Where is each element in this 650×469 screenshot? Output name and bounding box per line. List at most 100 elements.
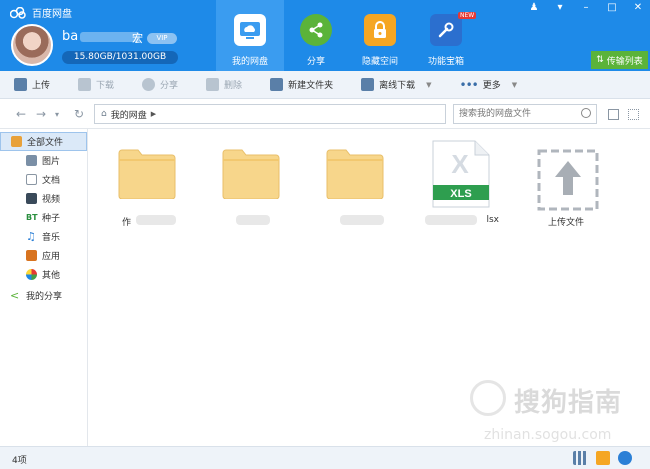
new-folder-button[interactable]: 新建文件夹 [270,78,333,91]
tab-label: 分享 [306,57,325,67]
sidebar-item-videos[interactable]: 视频 [0,189,87,208]
vip-badge[interactable]: VIP [147,33,177,44]
offline-download-button[interactable]: 离线下载 ▼ [361,78,431,91]
delete-button[interactable]: 删除 [206,78,242,91]
grid-view-icon[interactable] [628,109,639,120]
file-item-folder[interactable] [312,139,398,239]
sidebar-item-all-files[interactable]: 全部文件 [0,132,87,151]
all-files-icon [11,136,22,147]
file-name-redacted [340,215,384,225]
search-input[interactable]: 搜索我的网盘文件 [453,104,597,124]
share-label: 分享 [160,81,179,91]
file-item-folder[interactable]: 作 [104,139,190,239]
chevron-down-icon: ▼ [426,80,432,89]
sidebar-item-torrents[interactable]: BT 种子 [0,208,87,227]
share-icon [300,14,332,46]
chevron-down-icon: ▼ [511,80,518,89]
cloud-disk-icon [234,14,266,46]
folder-icon [118,149,176,199]
download-label: 下载 [96,81,115,91]
document-icon [26,174,37,185]
delete-label: 删除 [224,81,243,91]
upload-arrow-icon [537,149,599,211]
upload-button[interactable]: 上传 [14,78,50,91]
upload-file-tile[interactable]: 上传文件 [523,139,609,239]
download-button[interactable]: 下载 [78,78,114,91]
bell-icon[interactable]: ♟ [528,2,540,13]
upload-status-icon[interactable] [596,451,610,465]
more-button[interactable]: ••• 更多 ▼ [459,78,517,92]
other-icon [26,269,37,280]
new-folder-icon [270,78,284,91]
menu-icon[interactable]: ▾ [554,2,566,13]
new-folder-label: 新建文件夹 [288,81,334,91]
file-item-xls[interactable]: X XLS lsx [417,139,503,239]
lock-icon [364,14,396,46]
toolbox-icon [430,14,462,46]
sidebar-item-documents[interactable]: 文档 [0,170,87,189]
username[interactable]: ba [62,29,78,44]
username-text: ba [62,29,79,44]
app-header: 百度网盘 ♟ ▾ – □ ✕ ba 宏 VIP 15.80GB/1031.00G… [0,0,650,71]
tab-my-disk[interactable]: 我的网盘 [216,0,284,71]
maximize-icon[interactable]: □ [606,2,618,13]
tab-label: 功能宝箱 [427,57,464,67]
sidebar-item-my-shares[interactable]: < 我的分享 [0,286,87,305]
sidebar-item-apps[interactable]: 应用 [0,246,87,265]
file-name: 上传文件 [547,218,584,228]
file-name-redacted [236,215,270,225]
svg-text:X: X [451,149,469,179]
tab-hidden-space[interactable]: 隐藏空间 [346,0,414,71]
search-icon[interactable] [581,108,591,118]
share-button[interactable]: 分享 [142,78,178,91]
offline-download-label: 离线下载 [379,81,416,91]
sidebar-item-label: 视频 [42,195,61,205]
sidebar-item-images[interactable]: 图片 [0,151,87,170]
more-dots-icon: ••• [459,77,478,92]
tab-toolbox[interactable]: NEW 功能宝箱 [412,0,480,71]
storage-quota: 15.80GB/1031.00GB [62,51,178,64]
close-icon[interactable]: ✕ [632,2,644,13]
upload-label: 上传 [32,81,51,91]
more-label: 更多 [482,81,501,91]
transfer-icon: ⇅ [596,55,604,65]
breadcrumb-current[interactable]: 我的网盘 [111,108,147,121]
sidebar-item-label: 种子 [42,214,61,224]
history-dropdown-icon[interactable]: ▾ [55,110,59,119]
breadcrumb[interactable]: ⌂ 我的网盘 ▶ [94,104,446,124]
list-view-icon[interactable] [608,109,619,120]
watermark-url: zhinan.sogou.com [484,427,612,443]
xls-badge-text: XLS [450,188,471,200]
file-item-folder[interactable] [208,139,294,239]
watermark-logo [470,380,506,416]
upload-icon [14,78,27,91]
sidebar-item-label: 我的分享 [26,292,63,302]
back-arrow-icon[interactable]: ← [16,107,26,121]
video-icon [26,193,37,204]
assistant-icon[interactable] [618,451,632,465]
sidebar-item-music[interactable]: ♫ 音乐 [0,227,87,246]
avatar[interactable] [11,24,53,66]
refresh-icon[interactable]: ↻ [74,107,84,121]
transfer-list-button[interactable]: ⇅ 传输列表 [591,51,648,69]
username-redacted [80,32,140,42]
toolbar: 上传 下载 分享 删除 新建文件夹 离线下载 ▼ ••• 更多 ▼ [0,71,650,99]
image-icon [26,155,37,166]
forward-arrow-icon[interactable]: → [36,107,46,121]
username-tail: 宏 [132,32,143,45]
watermark-text: 搜狗指南 [514,388,623,418]
sidebar-item-label: 图片 [42,157,61,167]
sidebar-item-label: 全部文件 [27,138,64,148]
share-icon [142,78,156,91]
app-title: 百度网盘 [32,9,72,20]
music-icon: ♫ [26,230,36,243]
sidebar: 全部文件 图片 文档 视频 BT 种子 ♫ 音乐 应用 其他 < 我的分享 [0,129,88,446]
sidebar-item-other[interactable]: 其他 [0,265,87,284]
transfer-label: 传输列表 [606,56,643,67]
minimize-icon[interactable]: – [580,2,592,13]
app-icon [26,250,37,261]
tab-share[interactable]: 分享 [282,0,350,71]
download-icon [78,78,92,91]
apps-grid-icon[interactable] [573,451,587,465]
chevron-right-icon[interactable]: ▶ [151,110,156,118]
